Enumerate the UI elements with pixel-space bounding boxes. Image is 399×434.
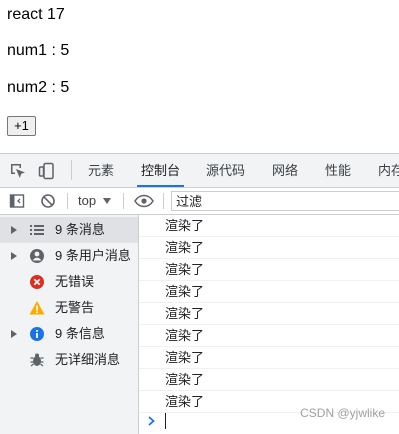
increment-button[interactable]: +1 [7,116,36,136]
console-message-text: 渲染了 [165,306,205,321]
bug-icon [30,353,44,367]
console-toolbar: top [0,188,399,215]
app-area: react 17 num1 : 5 num2 : 5 +1 [0,0,399,153]
live-expression-eye-icon[interactable] [134,193,154,209]
toolbar-separator [123,193,124,209]
expand-arrow-icon[interactable] [11,252,17,260]
sidebar-item-info[interactable]: 9 条信息 [0,321,138,347]
num2-display: num2 : 5 [7,79,70,96]
devtools-panel: 元素 控制台 源代码 网络 性能 内存 top 过滤 9 条消息 9 条用户消息… [0,153,399,434]
console-message-text: 渲染了 [165,350,205,365]
expand-arrow-icon[interactable] [11,330,17,338]
console-sidebar: 9 条消息 9 条用户消息 无错误 无警告 9 条信息 无详细消息 [0,215,139,434]
console-prompt-chevron-icon [148,416,155,426]
console-message-text: 渲染了 [165,262,205,277]
sidebar-item-label: 无错误 [55,274,95,289]
watermark: CSDN @yjwlike [300,406,385,420]
sidebar-item-label: 无详细消息 [55,352,121,367]
sidebar-item-verbose[interactable]: 无详细消息 [0,347,138,373]
console-message: 渲染了 [139,237,399,259]
sidebar-item-label: 9 条用户消息 [55,248,131,263]
devtools-tabbar: 元素 控制台 源代码 网络 性能 内存 [0,154,399,188]
toolbar-separator [163,193,164,209]
error-icon [30,275,44,289]
console-input-caret[interactable] [165,413,166,429]
filter-input[interactable] [172,192,376,210]
console-message-text: 渲染了 [165,372,205,387]
sidebar-item-errors[interactable]: 无错误 [0,269,138,295]
clear-console-icon[interactable] [40,193,56,209]
user-icon [30,249,44,263]
console-message: 渲染了 [139,259,399,281]
context-dropdown-icon[interactable] [103,198,111,204]
sidebar-item-warnings[interactable]: 无警告 [0,295,138,321]
console-message-text: 渲染了 [165,284,205,299]
console-message: 渲染了 [139,303,399,325]
inspect-element-icon[interactable] [9,162,27,180]
tab-elements[interactable]: 元素 [88,154,114,187]
toolbar-separator [67,193,68,209]
sidebar-item-messages[interactable]: 9 条消息 [0,217,138,243]
warning-icon [29,301,45,315]
tab-performance[interactable]: 性能 [325,154,351,187]
console-message: 渲染了 [139,325,399,347]
app-title: react 17 [7,6,65,23]
console-message: 渲染了 [139,215,399,237]
tab-sources[interactable]: 源代码 [206,154,245,187]
device-toolbar-icon[interactable] [38,162,56,180]
console-message: 渲染了 [139,347,399,369]
list-icon [30,225,44,235]
tab-memory[interactable]: 内存 [378,154,399,187]
sidebar-item-user-messages[interactable]: 9 条用户消息 [0,243,138,269]
console-output: 渲染了 渲染了 渲染了 渲染了 渲染了 渲染了 渲染了 渲染了 渲染了 CSDN… [139,215,399,434]
console-message-text: 渲染了 [165,240,205,255]
console-message-text: 渲染了 [165,394,205,409]
tab-separator [71,160,72,180]
sidebar-item-label: 9 条消息 [55,222,105,237]
tab-console[interactable]: 控制台 [136,154,185,187]
sidebar-item-label: 9 条信息 [55,326,105,341]
expand-arrow-icon[interactable] [11,226,17,234]
console-message-text: 渲染了 [165,218,205,233]
sidebar-item-label: 无警告 [55,300,95,315]
info-icon [30,327,44,341]
sidebar-toggle-icon[interactable] [9,193,25,209]
num1-display: num1 : 5 [7,42,70,59]
console-message: 渲染了 [139,281,399,303]
tab-network[interactable]: 网络 [272,154,298,187]
console-message-text: 渲染了 [165,328,205,343]
filter-box [171,191,399,211]
console-message: 渲染了 [139,369,399,391]
context-selector[interactable]: top [78,188,96,214]
